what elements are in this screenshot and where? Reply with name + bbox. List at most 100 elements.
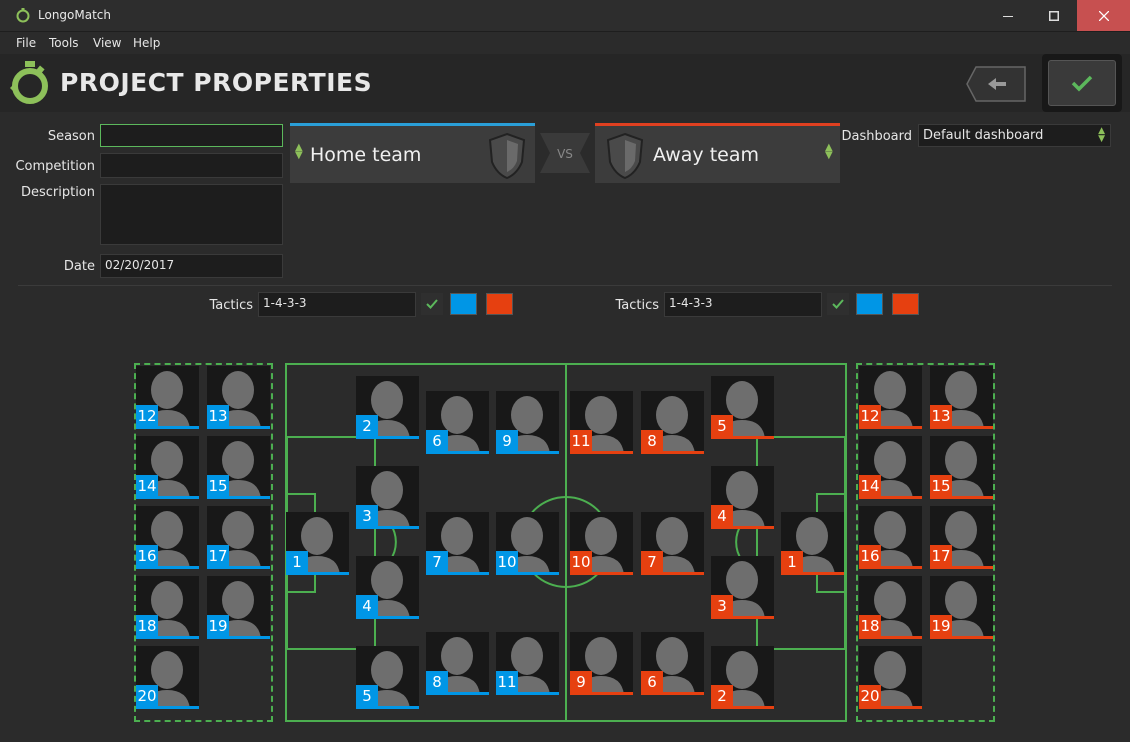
season-input[interactable]: [100, 124, 283, 147]
home-player-card[interactable]: 5: [356, 646, 419, 709]
checkmark-icon: [426, 299, 438, 309]
dashboard-value: Default dashboard: [923, 128, 1044, 143]
player-number: 18: [859, 615, 881, 637]
home-team-selector[interactable]: ▲ ▼ Home team: [290, 123, 535, 183]
menu-file[interactable]: File: [16, 36, 36, 50]
player-number: 9: [496, 430, 518, 452]
away-secondary-color-button[interactable]: [892, 293, 919, 315]
player-team-bar: [711, 526, 774, 529]
minimize-icon: [1003, 15, 1013, 17]
player-number: 12: [859, 405, 881, 427]
home-player-card[interactable]: 18: [136, 576, 199, 639]
home-player-card[interactable]: 13: [207, 366, 270, 429]
dashboard-select[interactable]: Default dashboard ▲ ▼: [918, 124, 1111, 147]
competition-input[interactable]: [100, 153, 283, 178]
away-player-card[interactable]: 2: [711, 646, 774, 709]
player-team-bar: [356, 616, 419, 619]
away-player-card[interactable]: 18: [859, 576, 922, 639]
home-player-card[interactable]: 11: [496, 632, 559, 695]
player-number: 17: [930, 545, 952, 567]
away-player-card[interactable]: 12: [859, 366, 922, 429]
away-player-card[interactable]: 13: [930, 366, 993, 429]
title-bar: LongoMatch: [0, 0, 1130, 32]
home-player-card[interactable]: 14: [136, 436, 199, 499]
away-tactics-label: Tactics: [615, 298, 659, 313]
home-player-card[interactable]: 3: [356, 466, 419, 529]
player-number: 17: [207, 545, 229, 567]
home-team-name: Home team: [310, 144, 422, 166]
home-tactics-apply-button[interactable]: [421, 293, 443, 315]
checkmark-icon: [1071, 75, 1093, 92]
home-player-card[interactable]: 4: [356, 556, 419, 619]
dashboard-label: Dashboard: [841, 129, 912, 144]
close-button[interactable]: [1077, 0, 1130, 31]
home-player-card[interactable]: 16: [136, 506, 199, 569]
maximize-button[interactable]: [1031, 0, 1077, 31]
away-player-card[interactable]: 1: [781, 512, 844, 575]
home-player-card[interactable]: 15: [207, 436, 270, 499]
home-secondary-color-button[interactable]: [486, 293, 513, 315]
home-player-card[interactable]: 2: [356, 376, 419, 439]
away-tactics-apply-button[interactable]: [827, 293, 849, 315]
away-player-card[interactable]: 5: [711, 376, 774, 439]
section-divider: [18, 285, 1112, 286]
player-number: 11: [570, 430, 592, 452]
away-player-card[interactable]: 9: [570, 632, 633, 695]
player-number: 13: [207, 405, 229, 427]
away-tactics-input[interactable]: 1-4-3-3: [664, 292, 822, 317]
away-player-card[interactable]: 4: [711, 466, 774, 529]
player-number: 12: [136, 405, 158, 427]
confirm-button-face[interactable]: [1048, 60, 1116, 106]
player-number: 14: [136, 475, 158, 497]
back-button[interactable]: [966, 66, 1026, 102]
home-player-card[interactable]: 7: [426, 512, 489, 575]
away-player-card[interactable]: 11: [570, 391, 633, 454]
away-player-card[interactable]: 3: [711, 556, 774, 619]
home-player-card[interactable]: 6: [426, 391, 489, 454]
away-player-card[interactable]: 10: [570, 512, 633, 575]
player-team-bar: [136, 566, 199, 569]
away-player-card[interactable]: 16: [859, 506, 922, 569]
player-team-bar: [136, 636, 199, 639]
player-number: 14: [859, 475, 881, 497]
away-player-card[interactable]: 17: [930, 506, 993, 569]
player-team-bar: [207, 496, 270, 499]
home-tactics-input[interactable]: 1-4-3-3: [258, 292, 416, 317]
minimize-button[interactable]: [985, 0, 1031, 31]
home-player-card[interactable]: 1: [286, 512, 349, 575]
away-team-selector[interactable]: Away team ▲ ▼: [595, 123, 840, 183]
player-team-bar: [711, 706, 774, 709]
away-player-card[interactable]: 8: [641, 391, 704, 454]
versus-text: VS: [557, 147, 573, 161]
home-player-card[interactable]: 10: [496, 512, 559, 575]
away-player-card[interactable]: 19: [930, 576, 993, 639]
player-number: 8: [641, 430, 663, 452]
home-primary-color-button[interactable]: [450, 293, 477, 315]
player-number: 4: [356, 595, 378, 617]
date-input[interactable]: 02/20/2017: [100, 254, 283, 278]
away-primary-color-button[interactable]: [856, 293, 883, 315]
home-player-card[interactable]: 8: [426, 632, 489, 695]
away-player-card[interactable]: 7: [641, 512, 704, 575]
away-player-card[interactable]: 6: [641, 632, 704, 695]
player-team-bar: [207, 426, 270, 429]
menu-tools[interactable]: Tools: [49, 36, 79, 50]
home-player-card[interactable]: 19: [207, 576, 270, 639]
player-team-bar: [570, 572, 633, 575]
home-player-card[interactable]: 12: [136, 366, 199, 429]
home-player-card[interactable]: 9: [496, 391, 559, 454]
away-player-card[interactable]: 14: [859, 436, 922, 499]
home-player-card[interactable]: 20: [136, 646, 199, 709]
away-player-card[interactable]: 15: [930, 436, 993, 499]
page-title: PROJECT PROPERTIES: [60, 68, 373, 97]
player-team-bar: [641, 451, 704, 454]
menu-view[interactable]: View: [93, 36, 121, 50]
menu-help[interactable]: Help: [133, 36, 160, 50]
away-player-card[interactable]: 20: [859, 646, 922, 709]
player-number: 5: [711, 415, 733, 437]
player-number: 2: [356, 415, 378, 437]
confirm-button[interactable]: [1042, 54, 1122, 112]
menu-bar: File Tools View Help: [0, 33, 1130, 53]
description-textarea[interactable]: [100, 184, 283, 245]
home-player-card[interactable]: 17: [207, 506, 270, 569]
